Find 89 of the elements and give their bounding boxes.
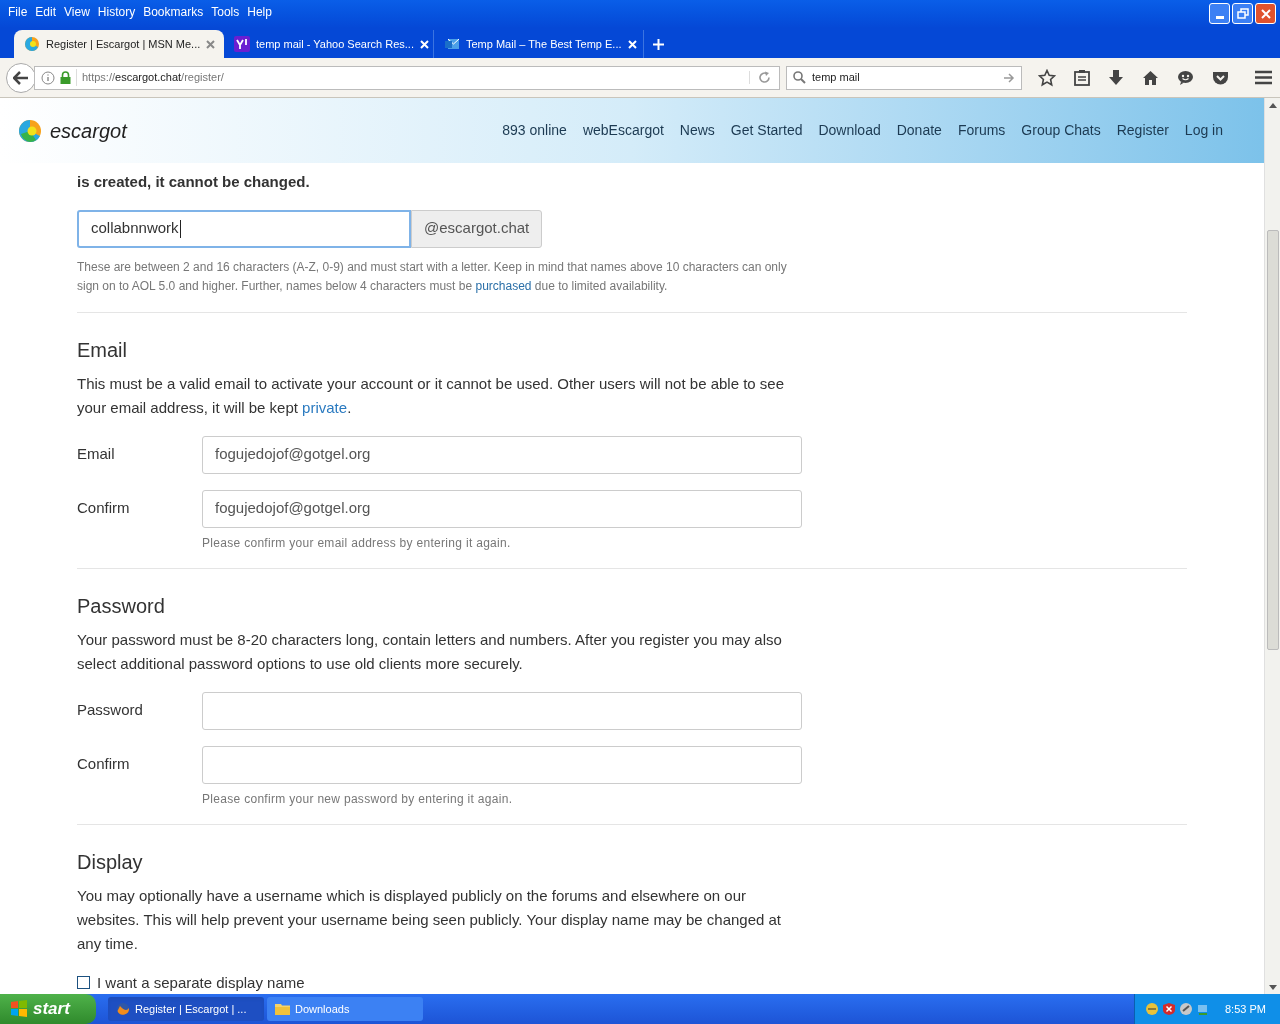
close-icon (206, 39, 216, 49)
checkbox[interactable] (77, 976, 90, 990)
plus-icon (652, 38, 664, 50)
logo-icon (18, 117, 42, 144)
close-icon (1259, 7, 1272, 20)
browser-icon (116, 1002, 130, 1016)
info-icon (41, 70, 55, 85)
hint-text: Please confirm your email address by entering it again. (202, 534, 512, 552)
input-field[interactable] (202, 691, 802, 730)
restore-button[interactable] (1232, 3, 1253, 24)
menu-icon[interactable] (1255, 70, 1272, 85)
menu-item[interactable]: Edit (31, 2, 61, 22)
section-description: Your password must be 8-20 characters long, contain letters and numbers. After you register you may also select additional password options to use old clients more securely. (77, 629, 783, 674)
nav-link[interactable]: 893 online (502, 120, 567, 141)
site-logo-text: escargot (50, 118, 127, 144)
section-description: This must be a valid email to activate your account or it cannot be used. Other users will not be able to see your email address, it will be kept private. (77, 373, 786, 418)
menu-item[interactable]: Bookmarks (139, 2, 208, 22)
input-field[interactable]: fogujedojof@gotgel.org (202, 435, 802, 474)
section-heading: Password (77, 593, 166, 619)
close-icon (627, 39, 637, 49)
close-icon (419, 39, 429, 49)
input-field[interactable] (202, 745, 802, 784)
envelope-icon (444, 36, 460, 52)
field-label: Confirm (77, 754, 131, 775)
search-icon (793, 71, 806, 84)
home-icon[interactable] (1142, 69, 1159, 86)
purchased-link[interactable]: purchased (475, 278, 532, 293)
tray-icon (1145, 1002, 1159, 1016)
close-tab-button[interactable] (206, 39, 216, 49)
close-button[interactable] (1255, 3, 1276, 24)
browser-tab[interactable]: Register | Escargot | MSN Me... (14, 30, 224, 58)
network-icon (1196, 1002, 1210, 1016)
tab-title: Register | Escargot | MSN Me... (46, 36, 201, 52)
back-arrow-icon (13, 70, 29, 85)
bookmark-star-icon[interactable] (1038, 68, 1056, 87)
username-field[interactable]: collabnnwork (77, 209, 411, 248)
chat-bubble-icon[interactable] (1177, 69, 1194, 86)
nav-link[interactable]: Donate (896, 120, 942, 141)
scroll-down-icon[interactable] (1268, 984, 1277, 990)
nav-link[interactable]: Log in (1184, 120, 1223, 141)
field-label: Confirm (77, 498, 131, 519)
back-button[interactable] (6, 62, 36, 93)
field-label: Password (77, 700, 144, 721)
menu-item[interactable]: Help (243, 2, 276, 22)
field-label: Email (77, 444, 116, 465)
reload-button[interactable] (749, 71, 773, 84)
logo-icon (24, 36, 40, 52)
section-heading: Display (77, 849, 144, 875)
taskbar-button[interactable]: Downloads (267, 997, 423, 1021)
reload-icon (758, 71, 771, 84)
go-arrow-icon (1004, 72, 1015, 83)
private-link[interactable]: private (302, 398, 348, 416)
help-text: These are between 2 and 16 characters (A-Z, 0-9) and must start with a letter. Keep in mind that names above 10 characters can only sign on to AOL 5.0 and higher. Further, names below 4 characters must be purchased due to limited availability. (77, 258, 788, 295)
input-field[interactable]: fogujedojof@gotgel.org (202, 489, 802, 528)
checkbox-label: I want a separate display name (97, 972, 305, 993)
nav-link[interactable]: Get Started (730, 120, 803, 141)
tab-title: temp mail - Yahoo Search Res... (256, 36, 414, 52)
restore-icon (1236, 7, 1249, 20)
tab-title: Temp Mail – The Best Temp E... (466, 36, 622, 52)
taskbar-button[interactable]: Register | Escargot | ... (108, 997, 264, 1021)
pocket-icon[interactable] (1212, 69, 1229, 86)
nav-link[interactable]: Forums (957, 120, 1006, 141)
menu-item[interactable]: Tools (207, 2, 244, 22)
nav-link[interactable]: News (679, 120, 715, 141)
clipboard-icon[interactable] (1074, 69, 1090, 86)
intro-text: is created, it cannot be changed. (77, 172, 311, 192)
section-description: You may optionally have a username which is displayed publicly on the forums and elsewhere on our websites. This will help prevent your username being seen publicly. Your display name may be changed at any time. (77, 885, 783, 954)
nav-link[interactable]: Register (1116, 120, 1169, 141)
folder-icon (275, 1003, 290, 1015)
windows-logo-icon (10, 1000, 28, 1018)
minimize-button[interactable] (1209, 3, 1230, 24)
search-field[interactable]: temp mail (786, 65, 1022, 90)
section-heading: Email (77, 337, 128, 363)
clock: 8:53 PM (1225, 1001, 1266, 1017)
lock-icon (60, 71, 71, 84)
download-icon[interactable] (1108, 69, 1124, 86)
nav-link[interactable]: Download (818, 120, 881, 141)
shield-icon (1162, 1002, 1176, 1016)
menu-item[interactable]: History (93, 2, 140, 22)
nav-link[interactable]: webEscargot (582, 120, 664, 141)
hint-text: Please confirm your new password by entering it again. (202, 790, 514, 808)
menu-item[interactable]: File (4, 2, 32, 22)
scroll-up-icon[interactable] (1268, 102, 1277, 108)
yahoo-icon (234, 36, 250, 52)
scrollbar[interactable] (1264, 98, 1280, 994)
nav-link[interactable]: Group Chats (1021, 120, 1101, 141)
tray-icon (1179, 1002, 1193, 1016)
menu-item[interactable]: View (60, 2, 94, 22)
domain-suffix: @escargot.chat (411, 209, 543, 248)
